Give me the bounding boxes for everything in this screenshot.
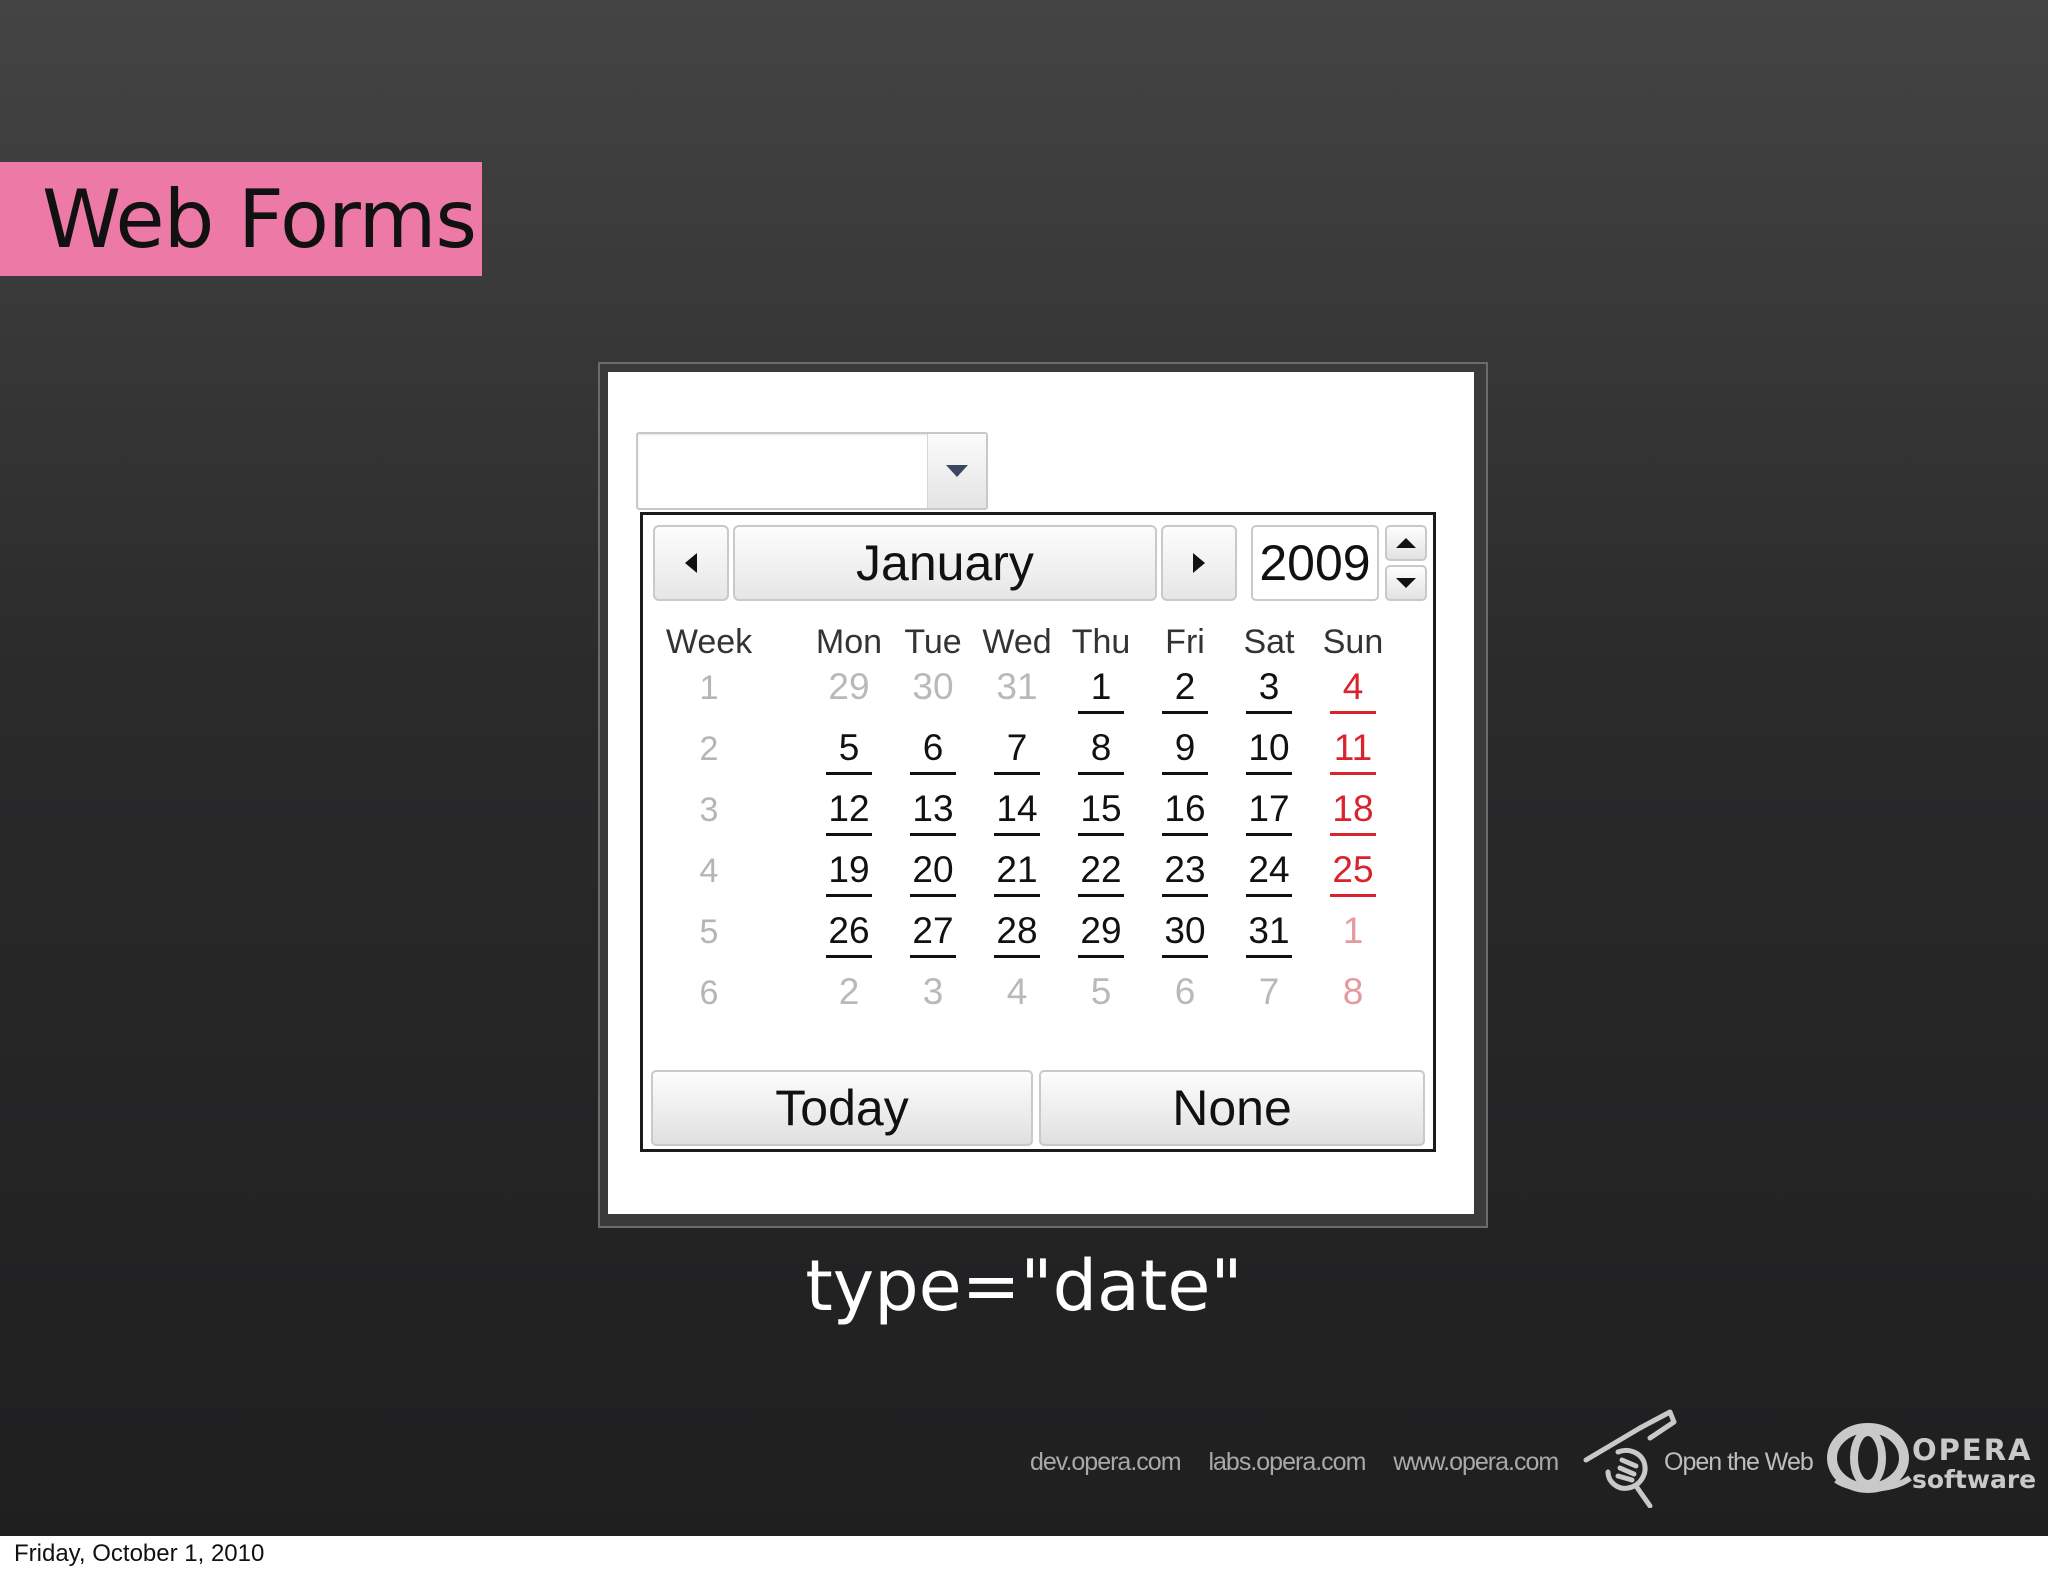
calendar-day[interactable]: 14	[994, 785, 1040, 836]
prev-month-button[interactable]	[653, 525, 729, 601]
calendar-day: 30	[912, 666, 954, 707]
calendar-day[interactable]: 29	[1078, 907, 1124, 958]
calendar-day[interactable]: 20	[910, 846, 956, 897]
year-increment-button[interactable]	[1385, 525, 1427, 561]
day-header-fri: Fri	[1165, 623, 1205, 661]
calendar-day[interactable]: 2	[1162, 663, 1208, 714]
triangle-down-icon	[946, 465, 968, 477]
calendar-day[interactable]: 25	[1330, 846, 1376, 897]
opera-brand-sub: software	[1912, 1465, 2037, 1494]
calendar-day[interactable]: 23	[1162, 846, 1208, 897]
footer-links: dev.opera.com labs.opera.com www.opera.c…	[1030, 1448, 1580, 1477]
day-header-wed: Wed	[982, 623, 1052, 661]
calendar-day: 5	[1090, 971, 1112, 1012]
week-number: 5	[699, 913, 719, 951]
day-header-thu: Thu	[1071, 623, 1131, 661]
calendar-day[interactable]: 11	[1330, 724, 1376, 775]
opera-brand-name: OPERA	[1912, 1433, 2033, 1467]
footer-link[interactable]: labs.opera.com	[1208, 1448, 1366, 1476]
calendar-day: 1	[1342, 910, 1364, 951]
triangle-down-icon	[1396, 578, 1416, 588]
day-header-tue: Tue	[904, 623, 962, 661]
day-header-sat: Sat	[1243, 623, 1295, 661]
date-input[interactable]	[636, 432, 988, 510]
date-dropdown-button[interactable]	[927, 434, 986, 508]
footer-link[interactable]: dev.opera.com	[1030, 1448, 1182, 1476]
calendar-popup: January 2009 Week Mon Tue Wed Thu Fri Sat Sun …	[640, 512, 1436, 1152]
day-header-sun: Sun	[1322, 623, 1384, 661]
calendar-day[interactable]: 13	[910, 785, 956, 836]
calendar-day[interactable]: 24	[1246, 846, 1292, 897]
footer-tagline: Open the Web	[1664, 1448, 1814, 1476]
year-input[interactable]: 2009	[1251, 525, 1379, 601]
calendar-day[interactable]: 5	[826, 724, 872, 775]
calendar-day[interactable]: 31	[1246, 907, 1292, 958]
week-number: 6	[699, 974, 719, 1012]
triangle-left-icon	[685, 553, 697, 573]
next-month-button[interactable]	[1161, 525, 1237, 601]
day-header-mon: Mon	[815, 623, 883, 661]
calendar-day[interactable]: 19	[826, 846, 872, 897]
calendar-day[interactable]: 12	[826, 785, 872, 836]
calendar-day[interactable]: 28	[994, 907, 1040, 958]
calendar-day[interactable]: 26	[826, 907, 872, 958]
calendar-day[interactable]: 4	[1330, 663, 1376, 714]
calendar-day[interactable]: 15	[1078, 785, 1124, 836]
week-number: 1	[699, 669, 719, 707]
calendar-day[interactable]: 27	[910, 907, 956, 958]
calendar-day[interactable]: 17	[1246, 785, 1292, 836]
calendar-day[interactable]: 21	[994, 846, 1040, 897]
calendar-day: 3	[922, 971, 944, 1012]
triangle-right-icon	[1193, 553, 1205, 573]
title-banner: Web Forms	[0, 162, 482, 276]
triangle-up-icon	[1396, 538, 1416, 548]
footer-link[interactable]: www.opera.com	[1393, 1448, 1559, 1476]
none-button[interactable]: None	[1039, 1070, 1425, 1146]
month-select[interactable]: January	[733, 525, 1157, 601]
calendar-day: 8	[1342, 971, 1364, 1012]
calendar-day: 6	[1174, 971, 1196, 1012]
year-decrement-button[interactable]	[1385, 565, 1427, 601]
slide-caption: type="date"	[805, 1245, 1243, 1327]
today-button[interactable]: Today	[651, 1070, 1033, 1146]
calendar-day[interactable]: 7	[994, 724, 1040, 775]
calendar-day[interactable]: 1	[1078, 663, 1124, 714]
week-number: 4	[699, 852, 719, 890]
date-stamp: Friday, October 1, 2010	[14, 1540, 265, 1567]
calendar-day: 31	[996, 666, 1038, 707]
week-number: 2	[699, 730, 719, 768]
calendar-day[interactable]: 18	[1330, 785, 1376, 836]
calendar-day[interactable]: 9	[1162, 724, 1208, 775]
calendar-day: 2	[838, 971, 860, 1012]
slide-title: Web Forms	[42, 172, 477, 266]
calendar-day[interactable]: 10	[1246, 724, 1292, 775]
calendar-day: 29	[828, 666, 870, 707]
calendar-day: 4	[1006, 971, 1028, 1012]
calendar-day[interactable]: 22	[1078, 846, 1124, 897]
slide: Web Forms January 2009 Week Mon Tue Wed …	[0, 0, 2048, 1536]
week-column-header: Week	[665, 623, 753, 661]
calendar-day[interactable]: 6	[910, 724, 956, 775]
calendar-day: 7	[1258, 971, 1280, 1012]
calendar-day[interactable]: 8	[1078, 724, 1124, 775]
calendar-day[interactable]: 16	[1162, 785, 1208, 836]
calendar-day[interactable]: 30	[1162, 907, 1208, 958]
week-number: 3	[699, 791, 719, 829]
calendar-day[interactable]: 3	[1246, 663, 1292, 714]
